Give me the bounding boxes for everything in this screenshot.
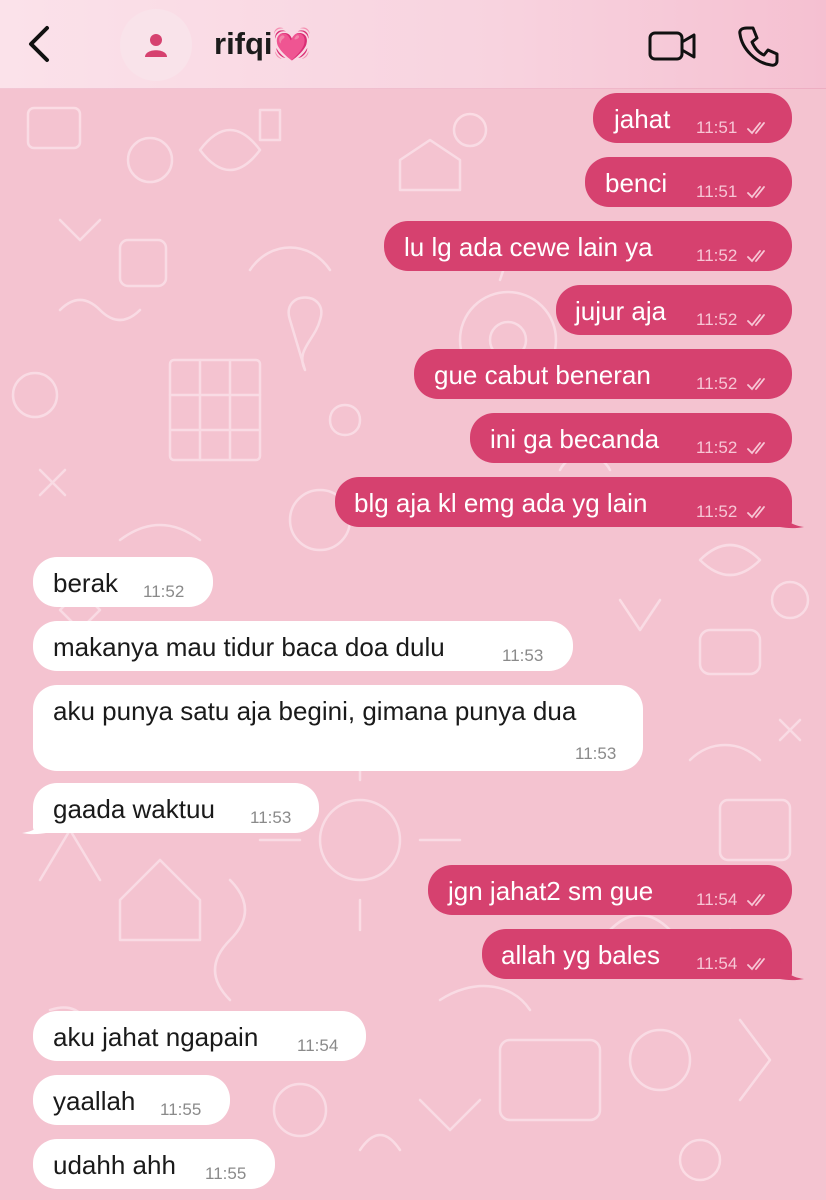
bubble-tail: [780, 959, 804, 981]
back-button[interactable]: [18, 22, 58, 66]
message-bubble-outgoing[interactable]: allah yg bales 11:54: [482, 929, 792, 979]
message-time: 11:52: [696, 438, 738, 457]
message-text: benci: [605, 168, 668, 198]
message-bubble-outgoing[interactable]: gue cabut beneran 11:52: [414, 349, 792, 399]
message-bubble-outgoing[interactable]: jahat 11:51: [593, 93, 792, 143]
bubble-tail: [22, 813, 46, 835]
message-text: blg aja kl emg ada yg lain: [354, 488, 648, 518]
message-bubble-outgoing[interactable]: blg aja kl emg ada yg lain 11:52: [335, 477, 792, 527]
message-bubble-incoming[interactable]: makanya mau tidur baca doa dulu 11:53: [33, 621, 573, 671]
message-text: aku punya satu aja begini, gimana punya …: [53, 696, 577, 726]
contact-name-text: rifqi: [214, 26, 273, 61]
chevron-left-icon: [29, 26, 49, 62]
bubble-tail: [780, 507, 804, 529]
message-text: jahat: [614, 104, 671, 134]
read-receipt-icon: [747, 442, 765, 455]
person-icon: [145, 34, 167, 57]
message-time: 11:51: [696, 182, 738, 201]
message-time: 11:52: [696, 310, 738, 329]
message-bubble-incoming[interactable]: aku jahat ngapain 11:54: [33, 1011, 366, 1061]
message-text: jujur aja: [575, 296, 667, 326]
read-receipt-icon: [747, 250, 765, 263]
message-bubble-incoming[interactable]: udahh ahh 11:55: [33, 1139, 275, 1189]
message-text: aku jahat ngapain: [53, 1022, 259, 1052]
message-time: 11:54: [297, 1036, 339, 1055]
read-receipt-icon: [747, 122, 765, 135]
message-time: 11:53: [250, 808, 292, 827]
phone-icon: [738, 26, 779, 67]
message-time: 11:54: [696, 890, 738, 909]
message-bubble-incoming[interactable]: yaallah 11:55: [33, 1075, 230, 1125]
read-receipt-icon: [747, 378, 765, 391]
message-bubble-outgoing[interactable]: jgn jahat2 sm gue 11:54: [428, 865, 792, 915]
message-bubble-outgoing[interactable]: jujur aja 11:52: [556, 285, 792, 335]
message-time: 11:52: [143, 582, 185, 601]
video-camera-icon: [648, 31, 696, 61]
message-bubble-incoming[interactable]: aku punya satu aja begini, gimana punya …: [33, 685, 643, 771]
message-time: 11:51: [696, 118, 738, 137]
read-receipt-icon: [747, 506, 765, 519]
message-text: gaada waktuu: [53, 794, 215, 824]
message-text: yaallah: [53, 1086, 136, 1116]
message-time: 11:55: [205, 1164, 247, 1183]
message-time: 11:52: [696, 246, 738, 265]
message-time: 11:53: [575, 744, 617, 763]
contact-avatar[interactable]: [120, 9, 192, 81]
message-bubble-outgoing[interactable]: lu lg ada cewe lain ya 11:52: [384, 221, 792, 271]
read-receipt-icon: [747, 186, 765, 199]
message-bubble-outgoing[interactable]: ini ga becanda 11:52: [470, 413, 792, 463]
message-bubble-incoming[interactable]: berak 11:52: [33, 557, 213, 607]
message-text: gue cabut beneran: [434, 360, 651, 390]
video-call-button[interactable]: [646, 24, 698, 68]
voice-call-button[interactable]: [734, 22, 782, 70]
message-text: makanya mau tidur baca doa dulu: [53, 632, 445, 662]
message-time: 11:55: [160, 1100, 202, 1119]
message-text: jgn jahat2 sm gue: [448, 876, 654, 906]
read-receipt-icon: [747, 314, 765, 327]
message-text: udahh ahh: [53, 1150, 176, 1180]
read-receipt-icon: [747, 958, 765, 971]
contact-name[interactable]: rifqi💓: [214, 24, 311, 64]
message-text: berak: [53, 568, 119, 598]
message-time: 11:52: [696, 374, 738, 393]
message-text: ini ga becanda: [490, 424, 660, 454]
message-time: 11:52: [696, 502, 738, 521]
heart-emoji: 💓: [272, 26, 312, 61]
message-time: 11:53: [502, 646, 544, 665]
message-text: lu lg ada cewe lain ya: [404, 232, 653, 262]
message-text: allah yg bales: [501, 940, 660, 970]
message-bubble-outgoing[interactable]: benci 11:51: [585, 157, 792, 207]
chat-header: rifqi💓: [0, 0, 826, 89]
message-bubble-incoming[interactable]: gaada waktuu 11:53: [33, 783, 319, 833]
message-time: 11:54: [696, 954, 738, 973]
read-receipt-icon: [747, 894, 765, 907]
